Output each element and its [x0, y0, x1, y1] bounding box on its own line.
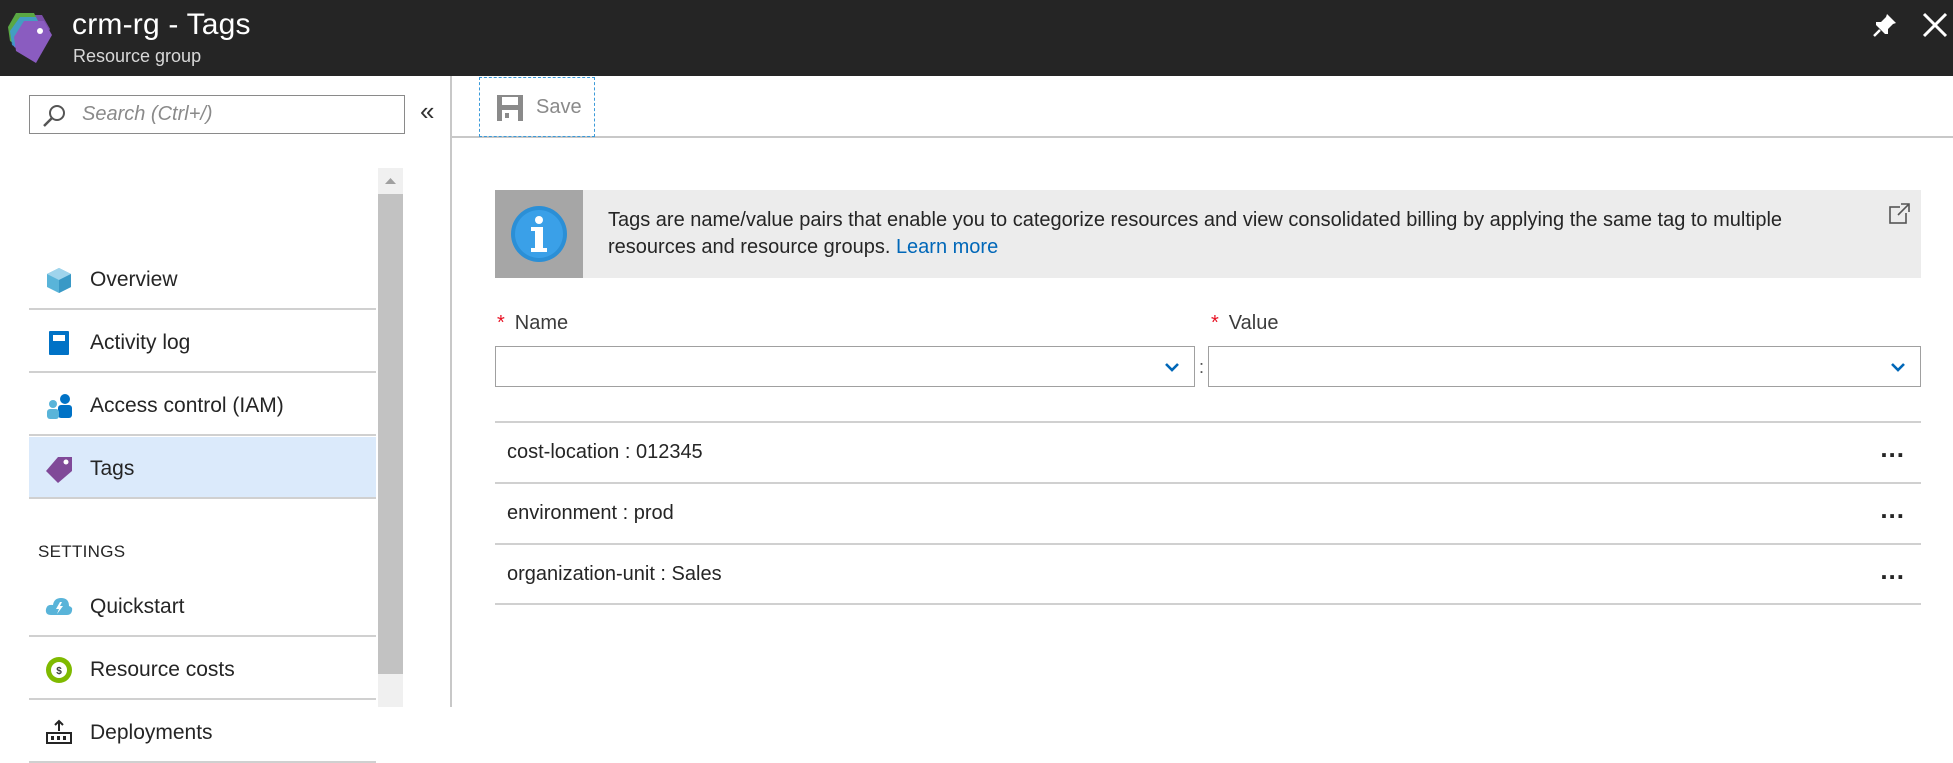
info-description: Tags are name/value pairs that enable yo… — [608, 209, 1783, 258]
left-menu: « Overview Activity log Access — [0, 76, 452, 763]
info-icon-box — [495, 190, 583, 278]
overview-cube-icon — [47, 268, 71, 293]
tag-name-value-text: organization-unit : Sales — [507, 563, 722, 585]
required-marker: * — [1211, 312, 1219, 334]
tags-blade-content: Save Tags are name/value pairs that enab… — [452, 76, 1953, 707]
tag-list-bottom-border — [495, 603, 1921, 605]
tag-name-value-text: environment : prod — [507, 502, 674, 524]
command-bar: Save — [452, 76, 1953, 138]
sidebar-item-overview[interactable]: Overview — [29, 248, 376, 310]
sidebar-item-quickstart[interactable]: Quickstart — [29, 575, 376, 637]
search-input[interactable] — [82, 96, 392, 133]
tag-value-dropdown[interactable] — [1208, 346, 1921, 387]
required-marker: * — [497, 312, 505, 334]
access-control-people-icon — [47, 394, 72, 419]
sidebar-item-label: Resource costs — [90, 658, 235, 681]
collapse-menu-button[interactable]: « — [420, 98, 434, 124]
tag-more-options-button[interactable]: ... — [1880, 494, 1905, 525]
external-link-icon[interactable] — [1887, 202, 1911, 226]
save-button-label: Save — [536, 96, 582, 118]
sidebar-item-label: Quickstart — [90, 595, 185, 618]
info-text: Tags are name/value pairs that enable yo… — [608, 207, 1858, 261]
search-icon — [43, 105, 65, 127]
info-banner: Tags are name/value pairs that enable yo… — [495, 190, 1921, 278]
sidebar-item-resource-costs[interactable]: $ Resource costs — [29, 638, 376, 700]
sidebar-item-label: Access control (IAM) — [90, 394, 284, 417]
tag-icon — [46, 457, 72, 483]
name-value-separator: : — [1199, 357, 1205, 377]
name-field-label: * Name — [497, 312, 568, 335]
sidebar-item-activity-log[interactable]: Activity log — [29, 311, 376, 373]
resource-costs-coin-icon: $ — [46, 657, 72, 683]
name-label-text: Name — [514, 312, 569, 334]
sidebar-item-label: Activity log — [90, 331, 191, 354]
value-field-label: * Value — [1211, 312, 1278, 335]
sidebar-item-label: Tags — [90, 457, 135, 480]
save-disk-icon — [497, 95, 523, 121]
tag-row: environment : prod ... — [495, 482, 1921, 543]
close-icon[interactable] — [1920, 10, 1950, 40]
title-bar: crm-rg - Tags Resource group — [0, 0, 1953, 76]
menu-search-box[interactable] — [29, 95, 405, 134]
tag-name-dropdown[interactable] — [495, 346, 1195, 387]
tag-row: organization-unit : Sales ... — [495, 543, 1921, 604]
sidebar-item-deployments[interactable]: Deployments — [29, 701, 376, 763]
chevron-down-icon — [1891, 363, 1905, 372]
learn-more-link[interactable]: Learn more — [896, 236, 998, 258]
blade-subtitle: Resource group — [73, 46, 202, 66]
sidebar-item-label: Deployments — [90, 721, 213, 744]
blade-title: crm-rg - Tags — [72, 8, 251, 41]
save-button[interactable]: Save — [479, 77, 595, 137]
tag-name-value-text: cost-location : 012345 — [507, 441, 703, 463]
chevron-down-icon — [1165, 363, 1179, 372]
tag-more-options-button[interactable]: ... — [1880, 433, 1905, 464]
settings-section-heading: SETTINGS — [38, 542, 126, 561]
pin-icon[interactable] — [1872, 12, 1898, 38]
activity-log-book-icon — [49, 331, 69, 355]
sidebar-item-tags[interactable]: Tags — [29, 437, 376, 499]
resource-group-tag-icon — [8, 13, 52, 63]
quickstart-cloud-icon — [45, 598, 73, 615]
scroll-up-arrow-icon[interactable] — [378, 168, 403, 192]
menu-scrollbar-thumb[interactable] — [378, 194, 403, 674]
sidebar-item-access-control[interactable]: Access control (IAM) — [29, 374, 376, 436]
value-label-text: Value — [1228, 312, 1279, 334]
info-icon — [511, 206, 567, 262]
deployments-icon — [46, 719, 72, 744]
tag-row: cost-location : 012345 ... — [495, 421, 1921, 482]
tag-more-options-button[interactable]: ... — [1880, 555, 1905, 586]
sidebar-item-label: Overview — [90, 268, 178, 291]
svg-text:$: $ — [56, 666, 62, 677]
